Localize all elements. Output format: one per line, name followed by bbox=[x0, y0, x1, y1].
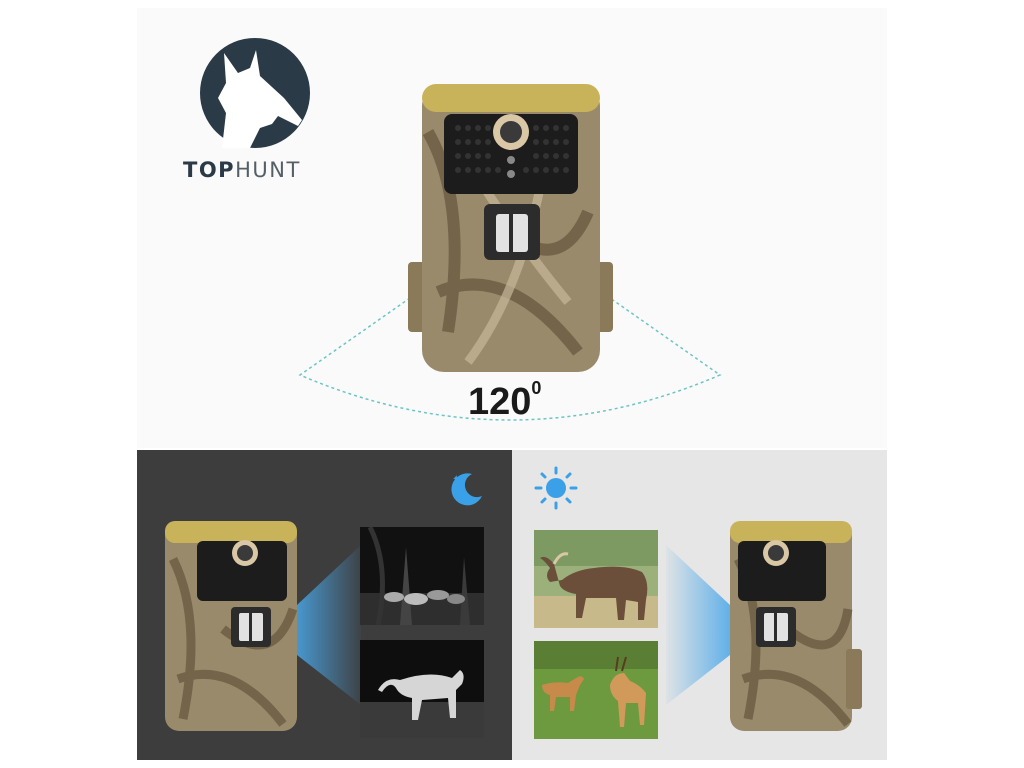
trail-camera-main bbox=[408, 84, 613, 372]
night-deer-herd-photo bbox=[360, 527, 484, 625]
svg-text:✦: ✦ bbox=[458, 484, 464, 492]
moon-stars-icon: ✦ ✦ bbox=[451, 473, 482, 506]
svg-text:✦: ✦ bbox=[452, 474, 460, 485]
sun-icon bbox=[534, 466, 578, 510]
field-of-view-label: 1200 bbox=[468, 378, 542, 423]
night-camera-beam bbox=[297, 545, 361, 705]
day-camera-beam bbox=[666, 545, 730, 705]
day-buffalo-photo bbox=[534, 530, 658, 628]
day-gazelles-photo bbox=[534, 641, 658, 739]
night-lioness-photo bbox=[360, 640, 484, 738]
trail-camera-night bbox=[165, 521, 298, 731]
brand-wordmark: TOPHUNT bbox=[183, 158, 301, 182]
trail-camera-day bbox=[730, 521, 862, 731]
